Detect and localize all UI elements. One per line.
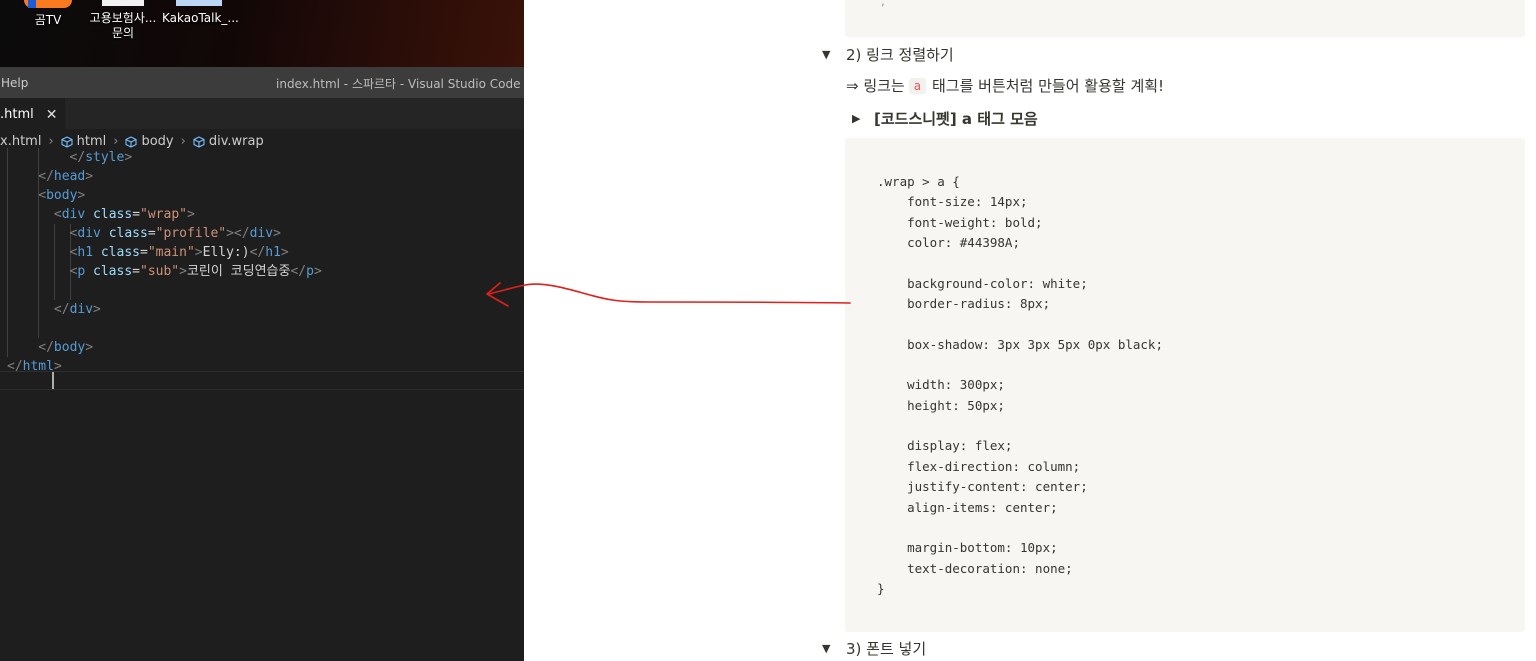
toggle-closed-icon[interactable]: ▶ xyxy=(852,112,866,125)
symbol-cube-icon xyxy=(125,135,138,148)
desktop-shortcut-goyong[interactable]: 고용보험사... 문의 xyxy=(86,0,160,41)
breadcrumb-html[interactable]: html xyxy=(61,134,106,149)
desktop-shortcut-kakaotalk[interactable]: KakaoTalk_... xyxy=(162,0,239,26)
document-icon xyxy=(102,0,144,6)
menu-help[interactable]: Help xyxy=(0,76,28,90)
annotation-arrow xyxy=(486,282,851,307)
symbol-cube-icon xyxy=(193,135,205,148)
indent-guide xyxy=(53,224,55,300)
code-content: .wrap > a { font-size: 14px; font-weight… xyxy=(877,174,1163,596)
kakaotalk-file-icon xyxy=(176,0,222,6)
breadcrumb-body[interactable]: body xyxy=(125,134,174,149)
toggle-open-icon[interactable]: ▼ xyxy=(822,48,836,61)
breadcrumb-div-wrap[interactable]: div.wrap xyxy=(193,134,264,149)
tab-index-html[interactable]: .html ✕ xyxy=(0,98,66,130)
code-line: <body> xyxy=(38,188,86,203)
breadcrumb-file[interactable]: x.html xyxy=(0,134,41,149)
code-line: <div class="profile"></div> xyxy=(69,226,281,241)
code-line: <div class="wrap"> xyxy=(53,207,195,222)
chevron-right-icon: › xyxy=(180,134,186,149)
current-line-highlight xyxy=(0,371,524,390)
tab-label: .html xyxy=(0,107,34,122)
paragraph-link-plan: ⇒ 링크는 a 태그를 버튼처럼 만들어 활용할 계획! xyxy=(846,77,1165,95)
chevron-right-icon: › xyxy=(113,134,119,149)
notion-page: , ▼ 2) 링크 정렬하기 ⇒ 링크는 a 태그를 버튼처럼 만들어 활용할 … xyxy=(524,0,1536,661)
toggle-code-snippet[interactable]: ▶ [코드스니펫] a 태그 모음 xyxy=(852,108,1038,129)
toggle-open-icon[interactable]: ▼ xyxy=(822,642,836,655)
code-line: <p class="sub">코린이 코딩연습중</p> xyxy=(69,264,322,279)
code-line: </html> xyxy=(7,359,62,374)
chevron-right-icon: › xyxy=(48,134,54,149)
title-bar: Help index.html - 스파르타 - Visual Studio C… xyxy=(0,67,524,98)
indent-guide xyxy=(7,148,8,357)
toggle-title: 3) 폰트 넣기 xyxy=(846,640,927,658)
inline-code: a xyxy=(908,77,926,94)
toggle-font-section[interactable]: ▼ 3) 폰트 넣기 xyxy=(822,638,926,659)
css-code-block[interactable]: .wrap > a { font-size: 14px; font-weight… xyxy=(845,138,1525,632)
desktop-shortcut-label: 곰TV xyxy=(34,13,62,27)
code-line: </style> xyxy=(69,150,133,165)
desktop-background: 곰TV 고용보험사... 문의 KakaoTalk_... xyxy=(0,0,524,67)
toggle-links-section[interactable]: ▼ 2) 링크 정렬하기 xyxy=(822,44,954,65)
close-icon[interactable]: ✕ xyxy=(46,107,58,123)
code-editor[interactable]: </style> </head> <body> <div class="wrap"> <… xyxy=(0,148,524,661)
previous-code-block: , xyxy=(845,0,1525,37)
toggle-title: [코드스니펫] a 태그 모음 xyxy=(874,110,1038,128)
desktop-shortcut-label: 고용보험사... 문의 xyxy=(89,11,157,40)
toggle-title: 2) 링크 정렬하기 xyxy=(846,46,954,64)
desktop-shortcut-gomtv[interactable]: 곰TV xyxy=(22,0,74,28)
desktop-shortcut-label: KakaoTalk_... xyxy=(162,11,239,25)
editor-tab-bar: .html ✕ xyxy=(0,98,524,130)
symbol-cube-icon xyxy=(61,135,73,148)
code-line: </head> xyxy=(38,169,94,184)
vscode-window: Help index.html - 스파르타 - Visual Studio C… xyxy=(0,67,524,661)
window-title: index.html - 스파르타 - Visual Studio Code xyxy=(276,77,521,91)
code-line: </body> xyxy=(38,340,94,355)
gomtv-icon xyxy=(24,0,72,8)
code-line: <h1 class="main">Elly:)</h1> xyxy=(69,245,289,260)
code-line: </div> xyxy=(53,302,101,317)
